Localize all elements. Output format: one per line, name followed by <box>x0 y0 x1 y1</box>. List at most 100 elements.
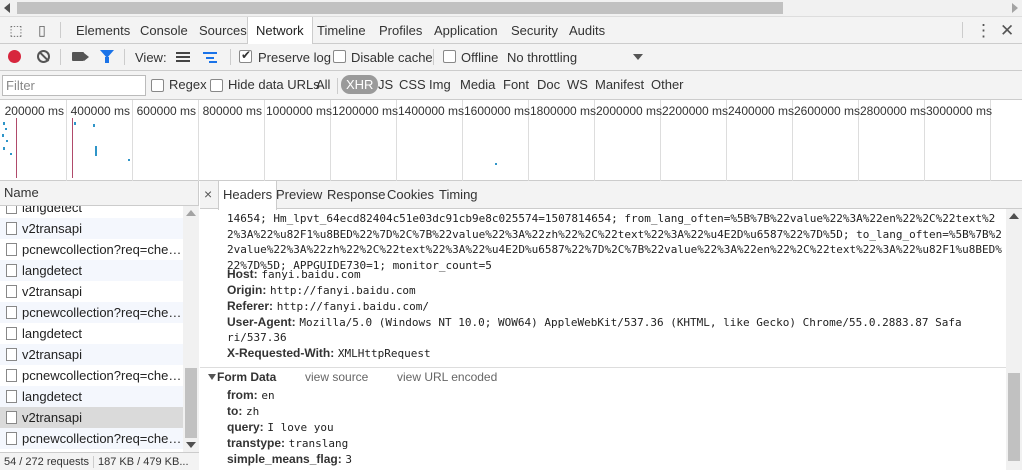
triangle-down-icon[interactable] <box>208 374 216 380</box>
scrollbar-thumb[interactable] <box>17 2 783 14</box>
form-value: I love you <box>267 421 334 434</box>
scroll-left-arrow-icon[interactable] <box>4 3 10 13</box>
request-header-x-requested-with: X-Requested-With: XMLHttpRequest <box>227 346 431 360</box>
tab-response[interactable]: Response <box>327 181 386 209</box>
tab-preview[interactable]: Preview <box>276 181 322 209</box>
top-horizontal-scrollbar[interactable] <box>0 0 1022 17</box>
request-row[interactable]: langdetect <box>0 206 183 218</box>
view-url-encoded-link[interactable]: view URL encoded <box>397 370 497 384</box>
hide-data-urls-label[interactable]: Hide data URLs <box>228 77 320 92</box>
tab-timeline[interactable]: Timeline <box>309 17 374 44</box>
more-options-icon[interactable]: ⋮ <box>975 17 992 44</box>
clear-icon[interactable] <box>37 50 50 63</box>
network-overview-timeline[interactable]: 200000 ms 400000 ms 600000 ms 800000 ms 1000… <box>0 100 1022 181</box>
tab-cookies[interactable]: Cookies <box>387 181 434 209</box>
file-icon <box>6 206 17 214</box>
disable-cache-label[interactable]: Disable cache <box>351 50 433 65</box>
tab-sources[interactable]: Sources <box>191 17 255 44</box>
tab-profiles[interactable]: Profiles <box>371 17 430 44</box>
request-row[interactable]: pcnewcollection?req=check... <box>0 239 183 260</box>
request-row[interactable]: langdetect <box>0 386 183 407</box>
filter-type-xhr[interactable]: XHR <box>341 75 379 94</box>
scrollbar-thumb[interactable] <box>185 368 197 438</box>
view-source-link[interactable]: view source <box>305 370 368 384</box>
overview-tick-label: 2600000 ms <box>794 104 861 118</box>
offline-label[interactable]: Offline <box>461 50 498 65</box>
request-row[interactable]: pcnewcollection?req=check... <box>0 365 183 386</box>
filter-type-img[interactable]: Img <box>429 77 451 92</box>
request-row[interactable]: v2transapi <box>0 344 183 365</box>
regex-label[interactable]: Regex <box>169 77 207 92</box>
hide-data-urls-checkbox[interactable] <box>210 79 223 92</box>
list-view-icon[interactable] <box>176 52 190 63</box>
waterfall-view-icon[interactable] <box>203 52 217 63</box>
scroll-up-arrow-icon[interactable] <box>186 210 196 216</box>
tab-application[interactable]: Application <box>426 17 506 44</box>
file-icon <box>6 264 17 277</box>
tab-timing[interactable]: Timing <box>439 181 478 209</box>
form-data-section-header[interactable]: Form Data view source view URL encoded <box>200 367 1006 386</box>
scroll-down-arrow-icon[interactable] <box>186 442 196 448</box>
name-column-header[interactable]: Name <box>0 181 198 206</box>
filter-type-other[interactable]: Other <box>651 77 684 92</box>
request-row[interactable]: pcnewcollection?req=check... <box>0 428 183 449</box>
cookie-header-value: 14654; Hm_lpvt_64ecd82404c51e03dc91cb9e8… <box>227 212 1002 272</box>
offline-checkbox[interactable] <box>443 50 456 63</box>
tab-network[interactable]: Network <box>247 17 313 45</box>
regex-checkbox[interactable] <box>151 79 164 92</box>
request-header-referer: Referer: http://fanyi.baidu.com/ <box>227 299 429 313</box>
request-list-scrollbar[interactable] <box>183 206 199 452</box>
scroll-right-arrow-icon[interactable] <box>1012 3 1018 13</box>
filter-input[interactable] <box>2 75 146 96</box>
tab-console[interactable]: Console <box>132 17 196 44</box>
request-header-origin: Origin: http://fanyi.baidu.com <box>227 283 416 297</box>
capture-screenshots-icon[interactable] <box>72 52 89 61</box>
request-row[interactable]: v2transapi <box>0 218 183 239</box>
tab-security[interactable]: Security <box>503 17 566 44</box>
inspect-element-icon[interactable]: ⬚ <box>6 21 26 39</box>
filter-type-media[interactable]: Media <box>460 77 495 92</box>
filter-type-js[interactable]: JS <box>378 77 393 92</box>
request-name: langdetect <box>22 206 82 215</box>
chevron-down-icon[interactable] <box>633 54 643 60</box>
request-name: langdetect <box>22 263 82 278</box>
request-row[interactable]: v2transapi <box>0 281 183 302</box>
request-row-selected[interactable]: v2transapi <box>0 407 183 428</box>
form-value: translang <box>288 437 349 450</box>
request-name: v2transapi <box>22 347 82 362</box>
tab-audits[interactable]: Audits <box>561 17 613 44</box>
header-value: fanyi.baidu.com <box>261 268 361 281</box>
filter-type-font[interactable]: Font <box>503 77 529 92</box>
close-icon[interactable]: × <box>204 186 212 202</box>
preserve-log-label[interactable]: Preserve log <box>258 50 331 65</box>
form-key: transtype: <box>227 436 286 450</box>
device-toolbar-icon[interactable]: ▯ <box>32 21 52 39</box>
close-devtools-icon[interactable]: ✕ <box>1000 17 1014 44</box>
file-icon <box>6 222 17 235</box>
header-value: Mozilla/5.0 (Windows NT 10.0; WOW64) App… <box>299 316 962 329</box>
scrollbar-thumb[interactable] <box>1008 373 1020 461</box>
preserve-log-checkbox[interactable] <box>239 48 252 63</box>
tab-headers[interactable]: Headers <box>218 181 278 210</box>
filter-type-all[interactable]: All <box>316 77 330 92</box>
filter-type-ws[interactable]: WS <box>567 77 588 92</box>
request-row[interactable]: langdetect <box>0 323 183 344</box>
overview-request-bar <box>3 147 5 150</box>
tab-elements[interactable]: Elements <box>68 17 138 44</box>
record-icon[interactable] <box>8 50 21 63</box>
scroll-up-arrow-icon[interactable] <box>1009 213 1019 219</box>
request-row[interactable]: pcnewcollection?req=check... <box>0 302 183 323</box>
details-scrollbar[interactable] <box>1006 209 1022 470</box>
throttling-select[interactable]: No throttling <box>507 50 577 65</box>
overview-request-bar <box>93 124 95 127</box>
filter-type-doc[interactable]: Doc <box>537 77 560 92</box>
overview-request-bar <box>6 140 8 142</box>
toolbar-divider <box>230 49 231 65</box>
request-row[interactable]: langdetect <box>0 260 183 281</box>
form-data-title[interactable]: Form Data <box>217 370 276 384</box>
overview-request-bar <box>10 153 12 155</box>
disable-cache-checkbox[interactable] <box>333 50 346 63</box>
filter-type-manifest[interactable]: Manifest <box>595 77 644 92</box>
filter-icon[interactable] <box>100 50 114 63</box>
filter-type-css[interactable]: CSS <box>399 77 426 92</box>
